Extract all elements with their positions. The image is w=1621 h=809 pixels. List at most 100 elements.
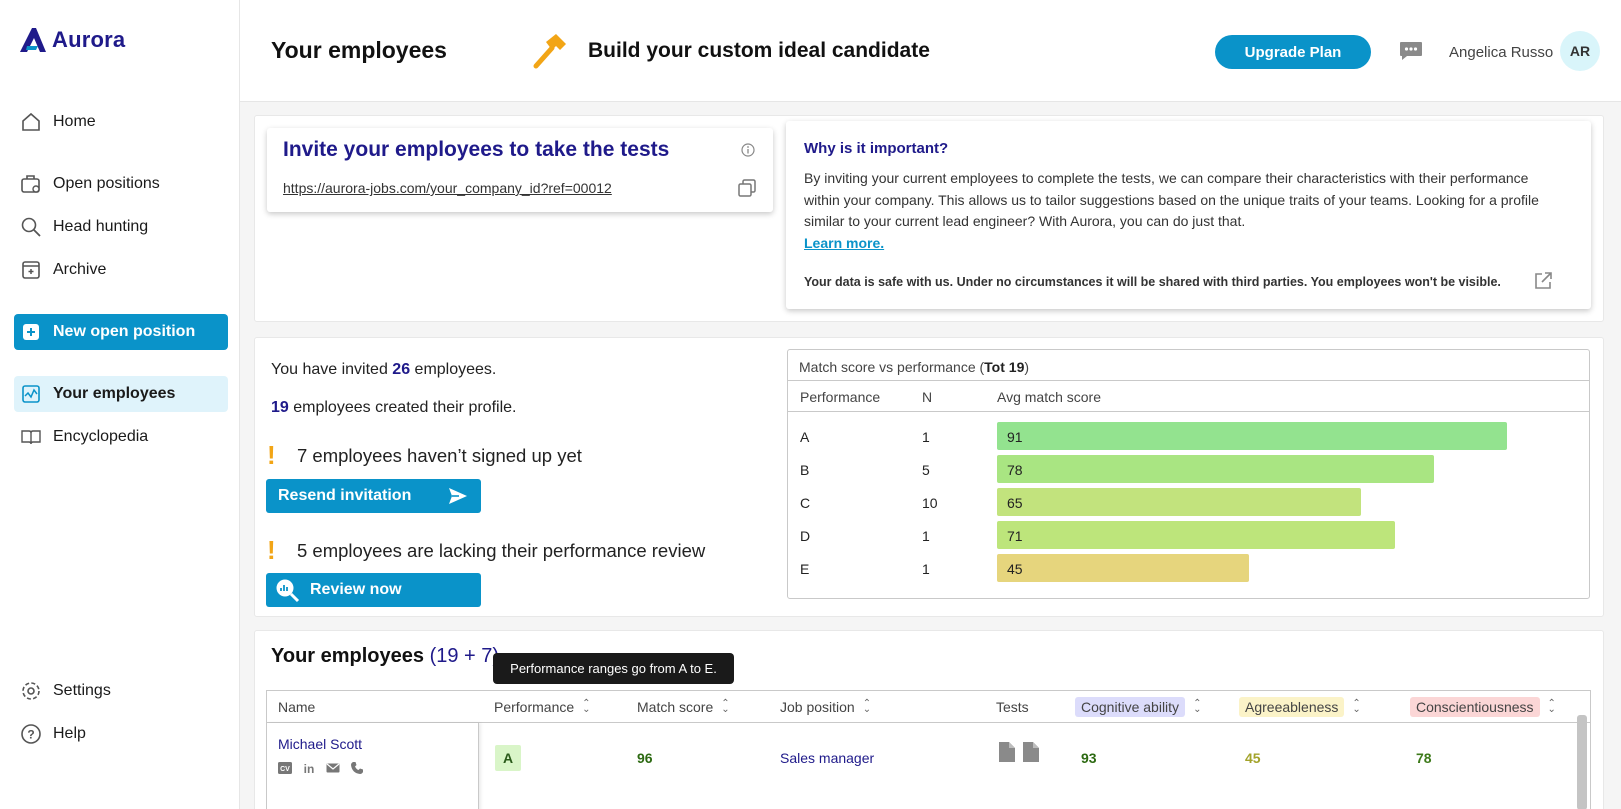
sidebar-item-label: Your employees <box>53 385 176 402</box>
employees-title: Your employees (19 + 7) <box>271 645 499 668</box>
why-important-card: Why is it important? By inviting your cu… <box>786 121 1591 309</box>
sidebar-item-label: Home <box>53 113 96 130</box>
copy-icon[interactable] <box>737 178 757 203</box>
match-score-table: Match score vs performance (Tot 19) Perf… <box>787 349 1590 599</box>
score-bar <box>997 422 1507 450</box>
score-row-performance: B <box>800 462 810 478</box>
score-table-title: Match score vs performance (Tot 19) <box>799 359 1029 375</box>
employee-name-link[interactable]: Michael Scott <box>278 736 362 752</box>
sidebar-item-archive[interactable]: Archive <box>14 252 228 288</box>
sidebar-item-label: Archive <box>53 261 107 278</box>
avatar[interactable]: AR <box>1560 31 1600 71</box>
score-bar-value: 45 <box>1007 561 1023 577</box>
score-row: B 5 78 <box>788 455 1589 483</box>
cv-icon[interactable]: CV <box>278 761 292 775</box>
th-match-score[interactable]: Match score ⌃ ⌄ <box>637 691 730 722</box>
performance-tooltip: Performance ranges go from A to E. <box>493 653 734 684</box>
score-row: A 1 91 <box>788 422 1589 450</box>
build-ideal-candidate-link[interactable]: Build your custom ideal candidate <box>530 32 930 70</box>
score-table-header: Performance N Avg match score <box>788 380 1589 412</box>
th-job-label: Job position <box>780 698 855 715</box>
mail-icon[interactable] <box>326 761 340 775</box>
score-row-performance: A <box>800 429 810 445</box>
help-icon: ? <box>20 723 42 745</box>
th-conscientiousness[interactable]: Conscientiousness ⌃ ⌄ <box>1410 691 1556 722</box>
score-row-n: 1 <box>922 528 930 544</box>
document-icon[interactable] <box>998 741 1016 768</box>
sidebar-item-label: New open position <box>53 323 196 340</box>
th-name-label: Name <box>278 698 316 715</box>
svg-text:?: ? <box>27 728 34 742</box>
sort-icon[interactable]: ⌃ ⌄ <box>1352 698 1360 714</box>
score-bar <box>997 488 1361 516</box>
page-title: Your employees <box>271 37 447 63</box>
invited-pre: You have invited <box>271 361 388 378</box>
employees-title-text: Your employees <box>271 645 425 667</box>
created-count: 19 <box>271 399 289 416</box>
col-n: N <box>922 389 933 405</box>
sidebar-item-encyclopedia[interactable]: Encyclopedia <box>14 419 228 455</box>
chart-icon <box>20 383 42 405</box>
logo[interactable]: Aurora <box>18 26 125 54</box>
sidebar-item-label: Help <box>53 725 86 742</box>
sort-icon[interactable]: ⌃ ⌄ <box>582 698 590 714</box>
resend-invitation-button[interactable]: Resend invitation <box>266 479 481 513</box>
review-now-button[interactable]: Review now <box>266 573 481 607</box>
table-scrollbar[interactable] <box>1577 715 1587 809</box>
th-job-position[interactable]: Job position ⌃ ⌄ <box>780 691 871 722</box>
score-title-pre: Match score vs performance ( <box>799 359 985 375</box>
resend-invitation-label: Resend invitation <box>278 487 412 504</box>
invited-count: 26 <box>392 361 411 378</box>
upgrade-plan-button[interactable]: Upgrade Plan <box>1215 35 1371 69</box>
briefcase-icon <box>20 173 42 195</box>
score-bar <box>997 455 1434 483</box>
invite-title: Invite your employees to take the tests <box>283 138 670 161</box>
sort-icon[interactable]: ⌃ ⌄ <box>1193 698 1201 714</box>
info-icon[interactable] <box>741 143 755 162</box>
new-open-position-button[interactable]: New open position <box>14 314 228 350</box>
warning-icon: ! <box>267 535 276 565</box>
external-link-icon[interactable] <box>1533 271 1553 296</box>
document-icon[interactable] <box>1022 741 1040 768</box>
score-row-performance: E <box>800 561 810 577</box>
table-row-name-cell: Michael Scott CV in <box>267 723 479 809</box>
send-icon <box>448 487 468 505</box>
th-tests: Tests <box>996 691 1029 722</box>
sidebar: Aurora Home Open positions Head hunting … <box>0 0 240 809</box>
score-row: D 1 71 <box>788 521 1589 549</box>
learn-more-link[interactable]: Learn more. <box>804 235 884 251</box>
sidebar-item-label: Open positions <box>53 175 160 192</box>
review-now-label: Review now <box>310 581 402 598</box>
th-name[interactable]: Name <box>278 691 315 722</box>
sort-icon[interactable]: ⌃ ⌄ <box>721 698 729 714</box>
sidebar-item-home[interactable]: Home <box>14 104 228 140</box>
phone-icon[interactable] <box>350 761 364 775</box>
sidebar-item-help[interactable]: ? Help <box>14 716 228 752</box>
user-name[interactable]: Angelica Russo <box>1449 44 1553 61</box>
score-bar-value: 78 <box>1007 462 1023 478</box>
sidebar-item-open-positions[interactable]: Open positions <box>14 166 228 202</box>
sidebar-item-head-hunting[interactable]: Head hunting <box>14 209 228 245</box>
job-position-link[interactable]: Sales manager <box>780 750 874 766</box>
th-conscientiousness-label: Conscientiousness <box>1410 696 1540 717</box>
not-signed-text: 7 employees haven’t signed up yet <box>297 444 582 466</box>
th-agreeableness[interactable]: Agreeableness ⌃ ⌄ <box>1239 691 1361 722</box>
linkedin-icon[interactable]: in <box>302 761 316 775</box>
why-title: Why is it important? <box>804 140 949 157</box>
contact-icons: CV in <box>278 761 364 775</box>
sort-icon[interactable]: ⌃ ⌄ <box>1548 698 1556 714</box>
invited-post: employees. <box>414 361 497 378</box>
th-cognitive[interactable]: Cognitive ability ⌃ ⌄ <box>1075 691 1201 722</box>
sidebar-item-settings[interactable]: Settings <box>14 673 228 709</box>
sort-icon[interactable]: ⌃ ⌄ <box>863 698 871 714</box>
chat-icon[interactable] <box>1398 40 1424 67</box>
book-icon <box>20 426 42 448</box>
th-performance[interactable]: Performance ⌃ ⌄ <box>494 691 591 722</box>
review-icon <box>274 577 300 603</box>
tests-cell <box>998 741 1040 768</box>
invite-link[interactable]: https://aurora-jobs.com/your_company_id?… <box>283 180 612 196</box>
invited-stat: You have invited 26 employees. <box>271 361 496 379</box>
th-performance-label: Performance <box>494 698 575 715</box>
sidebar-item-your-employees[interactable]: Your employees <box>14 376 228 412</box>
col-performance: Performance <box>800 389 881 405</box>
